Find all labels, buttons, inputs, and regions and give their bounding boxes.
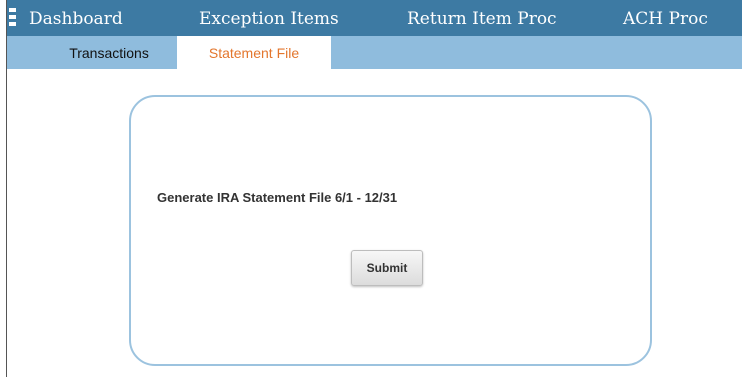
page: Dashboard Exception Items Return Item Pr… <box>0 0 742 377</box>
tab-statement-file[interactable]: Statement File <box>177 36 331 69</box>
tab-transactions[interactable]: Transactions <box>49 36 169 69</box>
top-navigation-bar: Dashboard Exception Items Return Item Pr… <box>7 0 742 36</box>
submit-button[interactable]: Submit <box>351 250 423 286</box>
nav-item-ach-proc[interactable]: ACH Proc <box>623 8 708 30</box>
sub-navigation-bar: Transactions Statement File <box>7 36 742 69</box>
nav-item-dashboard[interactable]: Dashboard <box>29 8 123 30</box>
generate-statement-label: Generate IRA Statement File 6/1 - 12/31 <box>157 190 398 205</box>
nav-item-return-item-proc[interactable]: Return Item Proc <box>407 8 557 30</box>
statement-file-panel: Generate IRA Statement File 6/1 - 12/31 … <box>129 95 652 366</box>
nav-item-exception-items[interactable]: Exception Items <box>199 8 339 30</box>
hamburger-menu-icon[interactable] <box>9 8 16 27</box>
